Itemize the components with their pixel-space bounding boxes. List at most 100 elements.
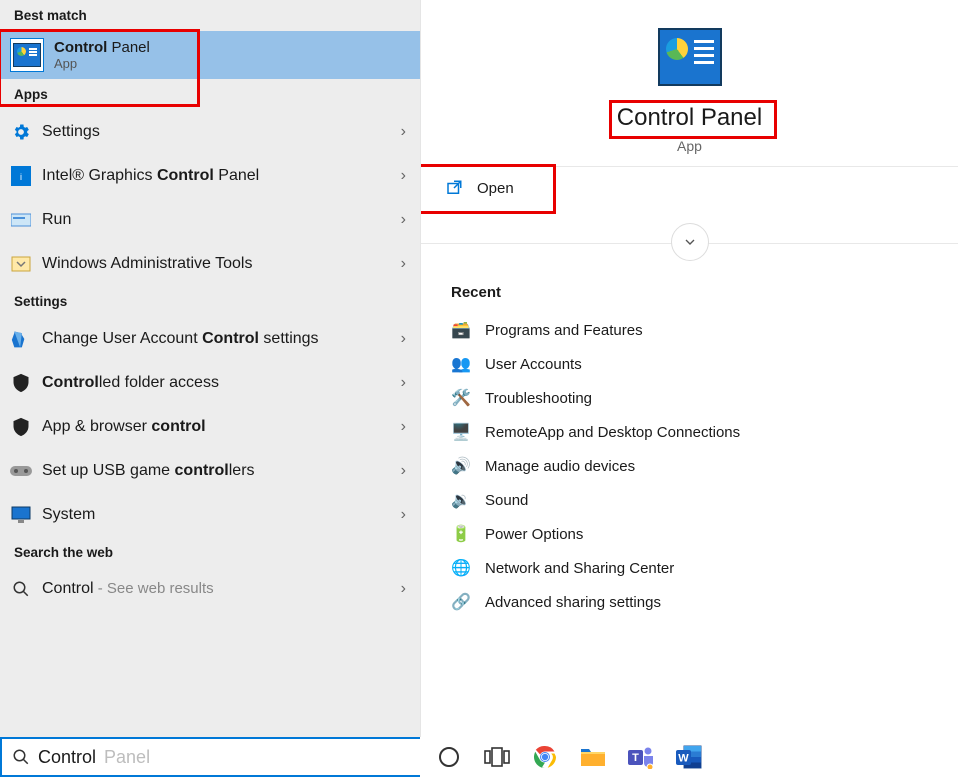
result-run[interactable]: Run ›: [0, 198, 420, 242]
recent-label: Advanced sharing settings: [485, 594, 661, 611]
system-icon: [10, 504, 32, 526]
chevron-right-icon: ›: [401, 255, 406, 273]
search-icon: [12, 748, 30, 766]
svg-text:i: i: [20, 172, 22, 182]
folder-access-icon: [10, 372, 32, 394]
recent-label: RemoteApp and Desktop Connections: [485, 424, 740, 441]
chevron-right-icon: ›: [401, 167, 406, 185]
recent-remoteapp[interactable]: 🖥️ RemoteApp and Desktop Connections: [451, 415, 938, 449]
web-header: Search the web: [0, 537, 420, 568]
open-icon: [445, 179, 463, 197]
result-admin-tools[interactable]: Windows Administrative Tools ›: [0, 242, 420, 286]
app-browser-icon: [10, 416, 32, 438]
result-label: App & browser control: [42, 417, 391, 437]
best-match-item[interactable]: Control Panel App: [0, 31, 420, 79]
result-usb-game[interactable]: Set up USB game controllers ›: [0, 449, 420, 493]
result-folder-access[interactable]: Controlled folder access ›: [0, 361, 420, 405]
result-settings[interactable]: Settings ›: [0, 110, 420, 154]
recent-programs-features[interactable]: 🗃️ Programs and Features: [451, 313, 938, 347]
uac-icon: [10, 328, 32, 350]
recent-label: Troubleshooting: [485, 390, 592, 407]
search-input[interactable]: Control Panel: [0, 737, 420, 777]
recent-network-sharing[interactable]: 🌐 Network and Sharing Center: [451, 551, 938, 585]
apps-header: Apps: [0, 79, 420, 110]
detail-sub: App: [677, 138, 702, 154]
open-action[interactable]: Open: [421, 167, 958, 209]
recent-advanced-sharing[interactable]: 🔗 Advanced sharing settings: [451, 585, 938, 619]
remoteapp-icon: 🖥️: [451, 422, 471, 442]
advanced-sharing-icon: 🔗: [451, 592, 471, 612]
result-app-browser[interactable]: App & browser control ›: [0, 405, 420, 449]
result-label: Change User Account Control settings: [42, 329, 391, 349]
sound-icon: 🔉: [451, 490, 471, 510]
detail-title: Control Panel: [617, 104, 762, 132]
file-explorer-icon[interactable]: [578, 742, 608, 772]
result-uac[interactable]: Change User Account Control settings ›: [0, 317, 420, 361]
result-label: Intel® Graphics Control Panel: [42, 166, 391, 186]
word-icon[interactable]: W: [674, 742, 704, 772]
search-suggestion: Panel: [104, 747, 150, 768]
chevron-right-icon: ›: [401, 123, 406, 141]
recent-label: Manage audio devices: [485, 458, 635, 475]
web-suffix: - See web results: [94, 580, 214, 597]
programs-features-icon: 🗃️: [451, 320, 471, 340]
recent-label: User Accounts: [485, 356, 582, 373]
chevron-right-icon: ›: [401, 330, 406, 348]
search-results-panel: Best match Control Panel App Apps Settin…: [0, 0, 420, 737]
recent-power-options[interactable]: 🔋 Power Options: [451, 517, 938, 551]
web-query: Control: [42, 580, 94, 597]
svg-text:T: T: [632, 752, 639, 764]
admin-tools-icon: [10, 253, 32, 275]
recent-label: Power Options: [485, 526, 583, 543]
recent-user-accounts[interactable]: 👥 User Accounts: [451, 347, 938, 381]
svg-text:W: W: [678, 753, 689, 765]
best-match-title: Control Panel: [54, 39, 150, 56]
result-system[interactable]: System ›: [0, 493, 420, 537]
audio-devices-icon: 🔊: [451, 456, 471, 476]
task-view-icon[interactable]: [482, 742, 512, 772]
network-sharing-icon: 🌐: [451, 558, 471, 578]
control-panel-icon: [10, 38, 44, 72]
best-match-header: Best match: [0, 0, 420, 31]
troubleshooting-icon: 🛠️: [451, 388, 471, 408]
recent-label: Sound: [485, 492, 528, 509]
result-intel-graphics[interactable]: i Intel® Graphics Control Panel ›: [0, 154, 420, 198]
recent-label: Programs and Features: [485, 322, 643, 339]
chrome-icon[interactable]: [530, 742, 560, 772]
web-result-item[interactable]: Control - See web results ›: [0, 568, 420, 610]
open-label: Open: [477, 180, 514, 197]
cortana-icon[interactable]: [434, 742, 464, 772]
result-label: Set up USB game controllers: [42, 461, 391, 481]
result-label: System: [42, 505, 391, 525]
usb-game-icon: [10, 460, 32, 482]
expand-actions-button[interactable]: [671, 223, 709, 261]
teams-icon[interactable]: T: [626, 742, 656, 772]
taskbar: T W: [420, 737, 958, 777]
intel-graphics-icon: i: [10, 165, 32, 187]
result-label: Controlled folder access: [42, 373, 391, 393]
chevron-right-icon: ›: [401, 506, 406, 524]
settings-header: Settings: [0, 286, 420, 317]
recent-troubleshooting[interactable]: 🛠️ Troubleshooting: [451, 381, 938, 415]
best-match-sub: App: [54, 56, 150, 71]
chevron-right-icon: ›: [401, 418, 406, 436]
result-label: Windows Administrative Tools: [42, 254, 391, 274]
settings-icon: [10, 121, 32, 143]
search-typed: Control: [38, 747, 96, 768]
run-icon: [10, 209, 32, 231]
recent-audio-devices[interactable]: 🔊 Manage audio devices: [451, 449, 938, 483]
detail-panel: Control Panel App Open Recent 🗃️ Programs…: [420, 0, 958, 737]
recent-label: Network and Sharing Center: [485, 560, 674, 577]
recent-sound[interactable]: 🔉 Sound: [451, 483, 938, 517]
chevron-right-icon: ›: [401, 462, 406, 480]
result-label: Run: [42, 210, 391, 230]
recent-header: Recent: [451, 284, 938, 301]
chevron-right-icon: ›: [401, 374, 406, 392]
user-accounts-icon: 👥: [451, 354, 471, 374]
chevron-right-icon: ›: [401, 211, 406, 229]
search-icon: [10, 580, 32, 598]
result-label: Settings: [42, 122, 391, 142]
control-panel-large-icon: [658, 28, 722, 86]
power-options-icon: 🔋: [451, 524, 471, 544]
chevron-right-icon: ›: [401, 580, 406, 598]
